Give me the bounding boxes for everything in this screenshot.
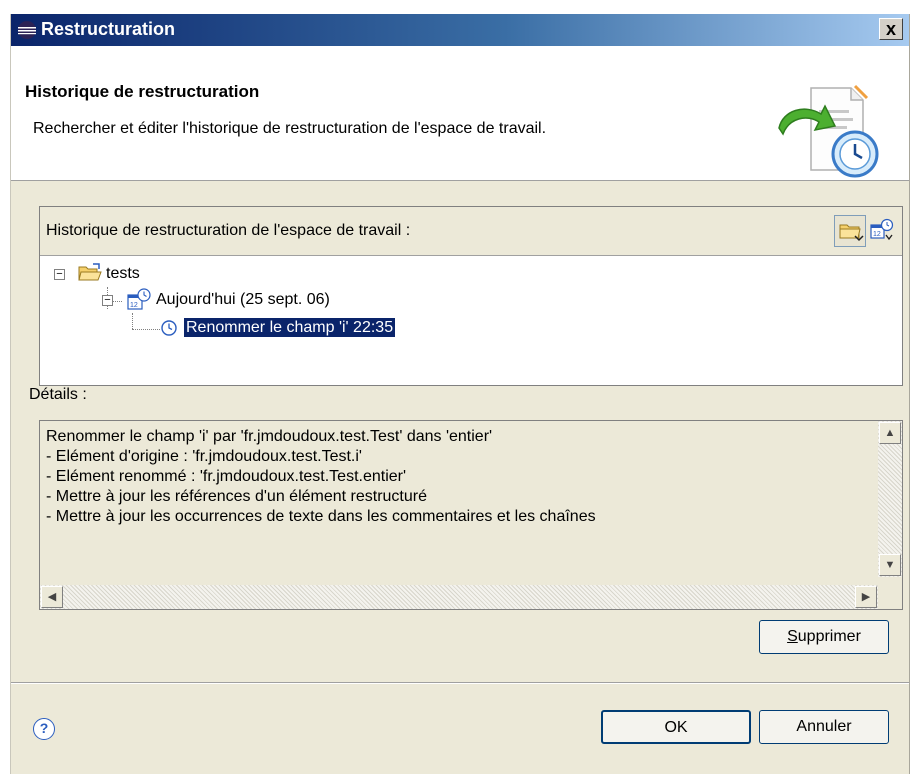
details-line: Renommer le champ 'i' par 'fr.jmdoudoux.… — [46, 428, 493, 445]
sort-by-date-button[interactable]: 12 — [866, 215, 898, 247]
tree-item-date-group[interactable]: Aujourd'hui (25 sept. 06) — [156, 287, 330, 313]
svg-text:12: 12 — [130, 302, 138, 309]
details-line: - Mettre à jour les occurrences de texte… — [46, 508, 596, 525]
svg-text:12: 12 — [873, 231, 881, 238]
calendar-clock-icon: 12 — [127, 288, 151, 310]
tree-connector — [132, 329, 160, 330]
page-title: Historique de restructuration — [25, 82, 260, 101]
details-content: Renommer le champ 'i' par 'fr.jmdoudoux.… — [46, 427, 866, 527]
window-title: Restructuration — [41, 19, 176, 39]
clock-icon — [161, 320, 177, 336]
details-textarea[interactable]: Renommer le champ 'i' par 'fr.jmdoudoux.… — [39, 420, 903, 610]
tree-item-refactoring-entry[interactable]: Renommer le champ 'i' 22:35 — [182, 315, 397, 341]
arrow-right-icon: ▶ — [861, 591, 871, 603]
scroll-left-button[interactable]: ◀ — [41, 586, 63, 608]
tree-item-date-label: Aujourd'hui (25 sept. 06) — [156, 291, 330, 308]
details-line: - Mettre à jour les références d'un élém… — [46, 488, 427, 505]
refactoring-dialog: Restructuration x Historique de restruct… — [10, 14, 910, 774]
tree-connector — [132, 313, 133, 329]
tree-item-project[interactable]: tests — [106, 261, 140, 287]
cancel-button[interactable]: Annuler — [759, 710, 889, 744]
collapse-toggle-project[interactable]: − — [54, 269, 65, 280]
arrow-left-icon: ◀ — [47, 591, 57, 603]
history-panel: Historique de restructuration de l'espac… — [39, 206, 903, 386]
history-toolbar: Historique de restructuration de l'espac… — [40, 207, 902, 256]
tree-item-project-label: tests — [106, 265, 140, 282]
history-tree[interactable]: − tests − 12 Aujourd'hui (25 sept. 06) R… — [40, 255, 902, 385]
refactoring-history-wizard-icon — [778, 84, 879, 178]
eclipse-icon — [18, 21, 36, 39]
delete-mnemonic: S — [787, 628, 798, 645]
ok-label: OK — [664, 719, 688, 736]
footer-separator — [11, 682, 909, 684]
close-icon: x — [885, 19, 896, 39]
scroll-down-button[interactable]: ▼ — [879, 554, 901, 576]
page-description: Rechercher et éditer l'historique de res… — [33, 120, 547, 137]
details-label: Détails : — [29, 386, 87, 403]
details-line: - Elément renommé : 'fr.jmdoudoux.test.T… — [46, 468, 407, 485]
vertical-scrollbar[interactable]: ▲ ▼ — [878, 421, 902, 577]
group-by-project-button[interactable] — [834, 215, 866, 247]
delete-label: upprimer — [797, 628, 861, 645]
folder-open-icon — [78, 263, 102, 281]
tree-connector — [112, 301, 122, 302]
horizontal-scrollbar[interactable]: ◀ ▶ — [40, 585, 878, 609]
ok-button[interactable]: OK — [601, 710, 751, 744]
help-icon[interactable]: ? — [33, 718, 55, 740]
delete-button[interactable]: Supprimer — [759, 620, 889, 654]
arrow-up-icon: ▲ — [884, 427, 896, 439]
collapse-toggle-date[interactable]: − — [102, 295, 113, 306]
tree-item-entry-label: Renommer le champ 'i' 22:35 — [182, 317, 397, 338]
history-label: Historique de restructuration de l'espac… — [46, 222, 411, 239]
title-bar[interactable]: Restructuration x — [11, 14, 909, 46]
sort-by-date-icon: 12 — [870, 218, 894, 241]
details-line: - Elément d'origine : 'fr.jmdoudoux.test… — [46, 448, 362, 465]
scroll-right-button[interactable]: ▶ — [855, 586, 877, 608]
arrow-down-icon: ▼ — [884, 559, 896, 571]
close-button[interactable]: x — [879, 18, 903, 40]
cancel-label: Annuler — [796, 718, 852, 735]
group-by-project-icon — [839, 224, 864, 242]
scroll-up-button[interactable]: ▲ — [879, 422, 901, 444]
